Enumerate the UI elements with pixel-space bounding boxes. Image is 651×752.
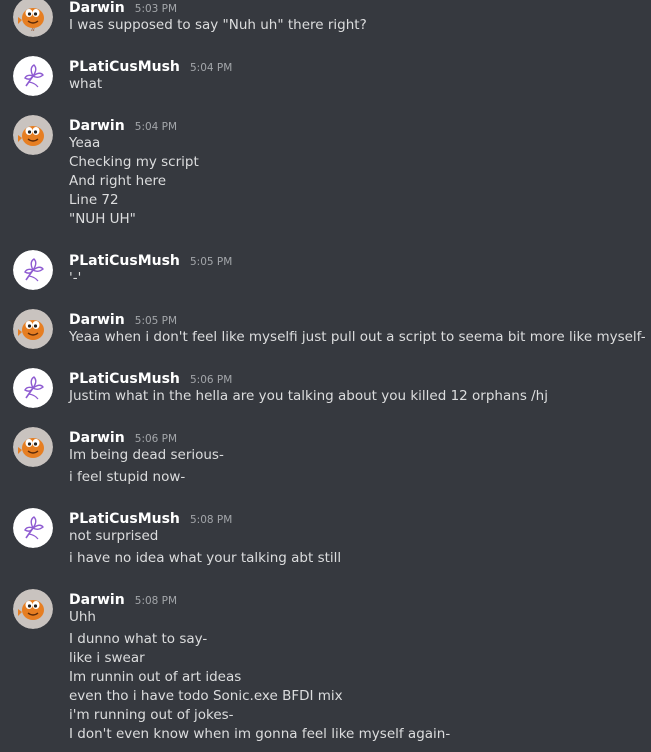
message-text: i'm running out of jokes- bbox=[69, 707, 234, 723]
message-text: what bbox=[69, 76, 103, 92]
message-text: i have no idea what your talking abt sti… bbox=[69, 550, 342, 566]
timestamp: 5:04 PM bbox=[134, 121, 178, 133]
platicus-avatar[interactable] bbox=[13, 368, 53, 408]
message-header: Darwin 5:04 PM bbox=[69, 115, 635, 134]
platicus-avatar[interactable] bbox=[13, 508, 53, 548]
message-text: not surprised bbox=[69, 528, 159, 544]
fish-avatar-icon: ℓℓ bbox=[13, 0, 53, 37]
message-header: PLatiCusMush 5:05 PM bbox=[69, 250, 635, 269]
message-group: PLatiCusMush 5:05 PM '-' bbox=[0, 250, 651, 290]
message-group: PLatiCusMush 5:08 PM not surprised i hav… bbox=[0, 508, 651, 568]
message-text: even tho i have todo Sonic.exe BFDI mix bbox=[69, 688, 343, 704]
message-header: Darwin 5:06 PM bbox=[69, 427, 635, 446]
message-text: "NUH UH" bbox=[69, 211, 136, 227]
message-header: PLatiCusMush 5:04 PM bbox=[69, 56, 635, 75]
message-text: I don't even know when im gonna feel lik… bbox=[69, 726, 451, 742]
message-group: ℓℓ Darwin 5:03 PM I was supposed to say … bbox=[0, 0, 651, 37]
message-text: And right here bbox=[69, 173, 167, 189]
platicus-avatar[interactable] bbox=[13, 56, 53, 96]
message-text: '-' bbox=[69, 270, 82, 286]
flower-sketch-avatar-icon bbox=[13, 508, 53, 548]
username[interactable]: Darwin bbox=[69, 0, 125, 16]
username[interactable]: PLatiCusMush bbox=[69, 253, 180, 269]
message-group: Darwin 5:08 PM Uhh I dunno what to say- … bbox=[0, 589, 651, 744]
message-text: Justim what in the hella are you talking… bbox=[69, 388, 548, 404]
darwin-avatar[interactable] bbox=[13, 309, 53, 349]
message-text: I was supposed to say "Nuh uh" there rig… bbox=[69, 17, 367, 33]
flower-sketch-avatar-icon bbox=[13, 56, 53, 96]
darwin-avatar[interactable] bbox=[13, 427, 53, 467]
fish-avatar-icon bbox=[13, 115, 53, 155]
username[interactable]: PLatiCusMush bbox=[69, 511, 180, 527]
message-header: PLatiCusMush 5:06 PM bbox=[69, 368, 635, 387]
message-group: PLatiCusMush 5:06 PM Justim what in the … bbox=[0, 368, 651, 408]
username[interactable]: Darwin bbox=[69, 430, 125, 446]
fish-avatar-icon bbox=[13, 589, 53, 629]
username[interactable]: PLatiCusMush bbox=[69, 371, 180, 387]
message-group: Darwin 5:05 PM Yeaa when i don't feel li… bbox=[0, 309, 651, 349]
username[interactable]: Darwin bbox=[69, 312, 125, 328]
message-text: Im runnin out of art ideas bbox=[69, 669, 242, 685]
timestamp: 5:08 PM bbox=[190, 514, 233, 526]
chat-message-list[interactable]: ℓℓ Darwin 5:03 PM I was supposed to say … bbox=[0, 0, 651, 752]
darwin-avatar[interactable] bbox=[13, 115, 53, 155]
svg-text:ℓℓ: ℓℓ bbox=[30, 27, 35, 32]
message-group: Darwin 5:04 PM Yeaa Checking my script A… bbox=[0, 115, 651, 229]
darwin-avatar[interactable] bbox=[13, 589, 53, 629]
message-header: Darwin 5:08 PM bbox=[69, 589, 635, 608]
timestamp: 5:06 PM bbox=[190, 374, 233, 386]
flower-sketch-avatar-icon bbox=[13, 250, 53, 290]
flower-sketch-avatar-icon bbox=[13, 368, 53, 408]
timestamp: 5:05 PM bbox=[190, 256, 233, 268]
timestamp: 5:03 PM bbox=[134, 3, 178, 15]
message-text: Yeaa bbox=[69, 135, 101, 151]
timestamp: 5:04 PM bbox=[190, 62, 233, 74]
message-text: Line 72 bbox=[69, 192, 119, 208]
timestamp: 5:06 PM bbox=[134, 433, 178, 445]
message-text: I dunno what to say- bbox=[69, 631, 208, 647]
message-text: Checking my script bbox=[69, 154, 199, 170]
fish-avatar-icon bbox=[13, 427, 53, 467]
username[interactable]: PLatiCusMush bbox=[69, 59, 180, 75]
message-text: Uhh bbox=[69, 609, 96, 625]
message-group: Darwin 5:06 PM Im being dead serious- i … bbox=[0, 427, 651, 487]
fish-avatar-icon bbox=[13, 309, 53, 349]
message-text: Im being dead serious- bbox=[69, 447, 224, 463]
username[interactable]: Darwin bbox=[69, 118, 125, 134]
message-header: Darwin 5:05 PM bbox=[69, 309, 635, 328]
message-text: i feel stupid now- bbox=[69, 469, 186, 485]
message-text: like i swear bbox=[69, 650, 145, 666]
darwin-avatar[interactable]: ℓℓ bbox=[13, 0, 53, 37]
username[interactable]: Darwin bbox=[69, 592, 125, 608]
message-header: Darwin 5:03 PM bbox=[69, 0, 635, 16]
timestamp: 5:05 PM bbox=[134, 315, 178, 327]
message-header: PLatiCusMush 5:08 PM bbox=[69, 508, 635, 527]
timestamp: 5:08 PM bbox=[134, 595, 178, 607]
platicus-avatar[interactable] bbox=[13, 250, 53, 290]
message-group: PLatiCusMush 5:04 PM what bbox=[0, 56, 651, 96]
message-text: Yeaa when i don't feel like myselfi just… bbox=[69, 329, 646, 345]
